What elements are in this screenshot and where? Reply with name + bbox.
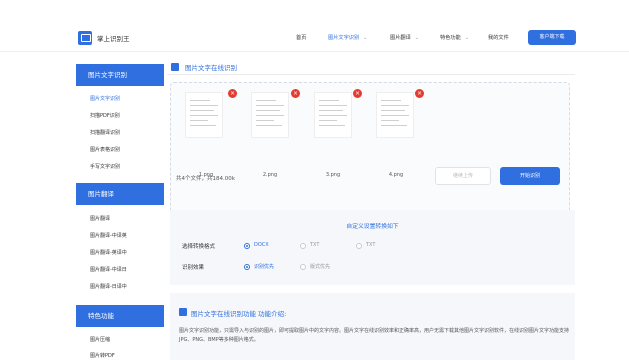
delete-file-icon[interactable]: × <box>291 89 300 98</box>
nav-image-translate-label: 图片翻译 <box>390 35 411 41</box>
upload-dropzone[interactable]: × 1.png × 2.png × 3.png × 4.png <box>170 82 570 213</box>
settings-title: 自定义设置转换如下 <box>346 224 399 230</box>
divider <box>167 74 575 75</box>
sidebar-item-translate[interactable]: 图片翻译 <box>90 215 110 222</box>
document-icon <box>171 63 179 71</box>
settings-panel: 自定义设置转换如下 选择转换格式 DOCX TXT TXT 识别效果 识别优先 … <box>170 210 575 285</box>
brand-name[interactable]: 掌上识别王 <box>97 33 130 43</box>
sidebar-item-image-ocr[interactable]: 图片文字识别 <box>90 95 120 102</box>
client-download-button[interactable]: 客户端下载 <box>528 30 576 45</box>
sidebar-item-translate-ja-zh[interactable]: 图片翻译-日译中 <box>90 283 127 290</box>
format-radio-docx[interactable] <box>244 243 250 249</box>
nav-features[interactable]: 特色功能 ⌄ <box>440 34 469 41</box>
file-thumbnail[interactable] <box>251 92 289 138</box>
sidebar-item-translate-zh-ja[interactable]: 图片翻译-中译日 <box>90 266 127 273</box>
chevron-down-icon: ⌄ <box>414 35 419 41</box>
sidebar-section-ocr[interactable]: 图片文字识别 <box>76 64 164 86</box>
sidebar-item-translate-zh-en[interactable]: 图片翻译-中译英 <box>90 232 127 239</box>
file-thumbnail[interactable] <box>376 92 414 138</box>
sidebar-item-translate-en-zh[interactable]: 图片翻译-英译中 <box>90 249 127 256</box>
sidebar-item-compress[interactable]: 图片压缩 <box>90 336 110 343</box>
format-label: 选择转换格式 <box>182 244 216 250</box>
format-radio-txt[interactable] <box>300 243 306 249</box>
section-title: 图片文字在线识别 <box>185 64 237 72</box>
sidebar-item-image-to-pdf[interactable]: 图片转PDF <box>90 352 115 359</box>
format-option-txt-2[interactable]: TXT <box>366 242 375 248</box>
file-thumbnail[interactable] <box>185 92 223 138</box>
sidebar-item-table-ocr[interactable]: 图片表格识别 <box>90 146 120 153</box>
start-recognition-button[interactable]: 开始识别 <box>500 167 560 185</box>
effect-radio-recognition[interactable] <box>244 264 250 270</box>
nav-home[interactable]: 首页 <box>296 34 306 41</box>
nav-image-ocr-label: 图片文字识别 <box>328 35 360 41</box>
sidebar-item-handwriting-ocr[interactable]: 手写文字识别 <box>90 163 120 170</box>
nav-image-translate[interactable]: 图片翻译 ⌄ <box>390 34 419 41</box>
sidebar-section-features[interactable]: 特色功能 <box>76 305 164 327</box>
continue-upload-button[interactable]: 继续上传 <box>435 167 491 185</box>
sidebar-item-pdf-ocr[interactable]: 扫描PDF识别 <box>90 112 120 119</box>
nav-image-ocr[interactable]: 图片文字识别 ⌄ <box>328 34 367 41</box>
sidebar: 图片文字识别 图片文字识别 扫描PDF识别 扫描翻译识别 图片表格识别 手写文字… <box>76 60 164 360</box>
effect-radio-layout[interactable] <box>300 264 306 270</box>
format-option-docx[interactable]: DOCX <box>254 242 269 248</box>
sidebar-item-translate-ocr[interactable]: 扫描翻译识别 <box>90 129 120 136</box>
sidebar-section-translate[interactable]: 图片翻译 <box>76 183 164 205</box>
header: 掌上识别王 首页 图片文字识别 ⌄ 图片翻译 ⌄ 特色功能 ⌄ 我的文件 客户端下载 <box>0 0 629 52</box>
file-name: 2.png <box>262 172 278 178</box>
intro-panel: 图片文字在线识别功能 功能介绍: 图片文字识别功能，只需导入与识别的图片，即可提… <box>170 293 575 360</box>
chevron-down-icon: ⌄ <box>363 35 368 41</box>
intro-title: 图片文字在线识别功能 功能介绍: <box>191 310 287 318</box>
effect-label: 识别效果 <box>182 265 205 271</box>
format-option-txt[interactable]: TXT <box>310 242 319 248</box>
file-name: 4.png <box>388 172 404 178</box>
delete-file-icon[interactable]: × <box>353 89 362 98</box>
effect-option-recognition[interactable]: 识别优先 <box>254 263 274 270</box>
app-logo-icon[interactable] <box>78 31 92 45</box>
document-icon <box>179 308 187 316</box>
delete-file-icon[interactable]: × <box>228 89 237 98</box>
file-thumbnail[interactable] <box>314 92 352 138</box>
effect-option-layout[interactable]: 版式优先 <box>310 263 330 270</box>
file-name: 3.png <box>325 172 341 178</box>
file-count-text: 共4个文件，共184.00k <box>176 176 235 182</box>
nav-my-files[interactable]: 我的文件 <box>488 34 509 41</box>
intro-text: 图片文字识别功能，只需导入与识别的图片，即可提取图片中的文字内容。图片文字在线识… <box>179 328 570 343</box>
chevron-down-icon: ⌄ <box>464 35 469 41</box>
delete-file-icon[interactable]: × <box>415 89 424 98</box>
format-radio-txt-2[interactable] <box>356 243 362 249</box>
nav-features-label: 特色功能 <box>440 35 461 41</box>
main-panel: 图片文字在线识别 × 1.png × 2.png × 3.png × 4.png… <box>167 55 577 360</box>
